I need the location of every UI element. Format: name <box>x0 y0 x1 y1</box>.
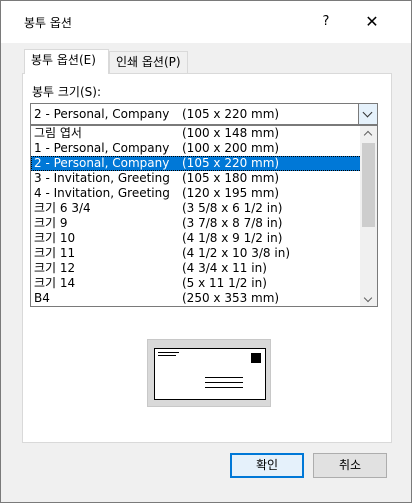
close-button[interactable]: ✕ <box>356 9 388 35</box>
list-scrollbar[interactable] <box>360 126 377 306</box>
scroll-up-arrow-icon[interactable] <box>360 126 377 140</box>
scroll-down-arrow-icon[interactable] <box>360 292 377 306</box>
list-item-selected[interactable]: 2 - Personal, Company (105 x 220 mm) <box>31 156 362 171</box>
envelope-preview <box>147 339 271 407</box>
list-item[interactable]: 크기 11 (4 1/2 x 10 3/8 in) <box>31 246 362 261</box>
envelope-icon <box>154 348 266 400</box>
list-item[interactable]: 4 - Invitation, Greeting (120 x 195 mm) <box>31 186 362 201</box>
envelope-options-dialog: 봉투 옵션 ? ✕ 봉투 옵션(E) 인쇄 옵션(P) 봉투 크기(S): 2 … <box>0 0 412 503</box>
chevron-down-icon[interactable] <box>358 104 377 124</box>
envelope-size-label: 봉투 크기(S): <box>32 85 101 99</box>
tab-envelope-options[interactable]: 봉투 옵션(E) <box>24 49 109 74</box>
dialog-title: 봉투 옵션 <box>24 16 72 30</box>
envelope-size-list[interactable]: 그림 엽서 (100 x 148 mm) 1 - Personal, Compa… <box>30 125 378 307</box>
combo-selected-name: 2 - Personal, Company <box>34 107 170 121</box>
tab-print-options[interactable]: 인쇄 옵션(P) <box>109 51 188 74</box>
return-address-line <box>158 352 179 353</box>
help-button[interactable]: ? <box>311 9 341 35</box>
list-item[interactable]: 1 - Personal, Company (100 x 200 mm) <box>31 141 362 156</box>
stamp-icon <box>251 353 261 363</box>
list-item[interactable]: 크기 14 (5 x 11 1/2 in) <box>31 276 362 291</box>
ok-button[interactable]: 확인 <box>230 453 304 478</box>
scrollbar-thumb[interactable] <box>362 143 375 227</box>
address-line <box>205 387 243 388</box>
list-item[interactable]: B4 (250 x 353 mm) <box>31 291 362 306</box>
cancel-button[interactable]: 취소 <box>313 453 387 478</box>
list-item[interactable]: 그림 엽서 (100 x 148 mm) <box>31 126 362 141</box>
return-address-line <box>158 355 176 356</box>
envelope-size-combobox[interactable]: 2 - Personal, Company (105 x 220 mm) <box>30 103 378 125</box>
list-item[interactable]: 크기 9 (3 7/8 x 8 7/8 in) <box>31 216 362 231</box>
list-item[interactable]: 크기 10 (4 1/8 x 9 1/2 in) <box>31 231 362 246</box>
combo-selected-dim: (105 x 220 mm) <box>182 107 280 121</box>
list-item[interactable]: 3 - Invitation, Greeting (105 x 180 mm) <box>31 171 362 186</box>
list-item[interactable]: 크기 6 3/4 (3 5/8 x 6 1/2 in) <box>31 201 362 216</box>
address-line <box>205 377 243 378</box>
title-bar: 봉투 옵션 ? ✕ <box>1 1 411 43</box>
address-line <box>205 382 243 383</box>
list-item[interactable]: 크기 12 (4 3/4 x 11 in) <box>31 261 362 276</box>
